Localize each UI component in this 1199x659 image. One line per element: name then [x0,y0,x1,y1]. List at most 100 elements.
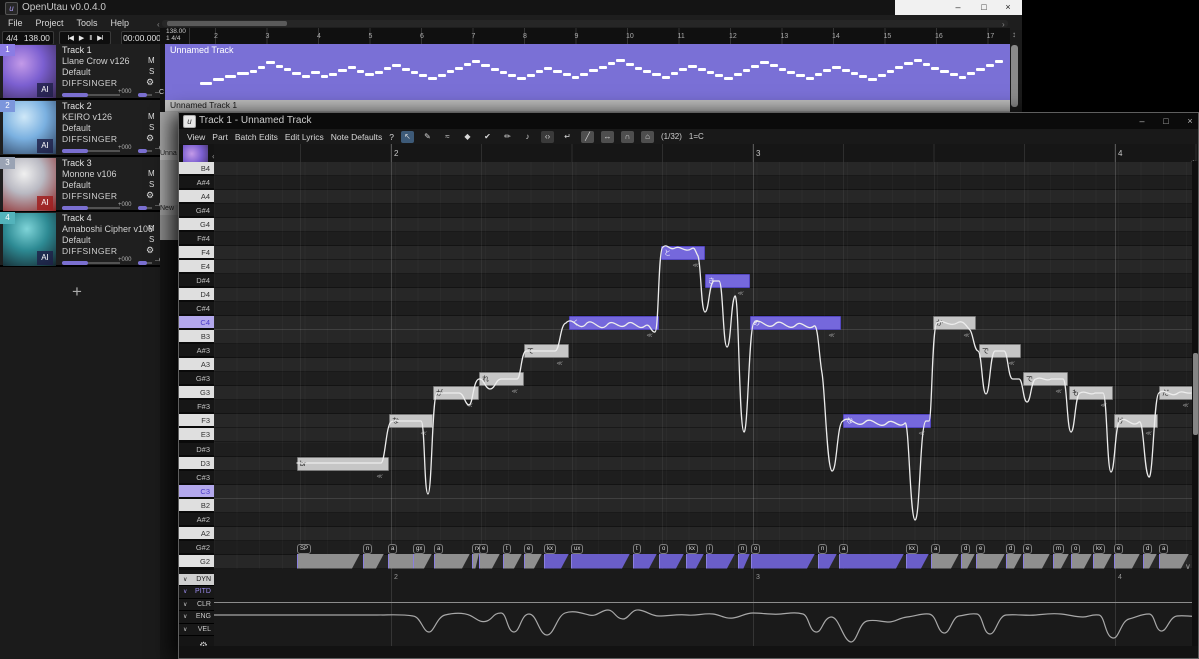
volume-slider[interactable] [62,206,88,210]
track-singer[interactable]: Llane Crow v126 [62,56,130,66]
piano-key-ds4[interactable]: D#4 [179,274,214,287]
expression-row-dyn[interactable]: ∨DYN [179,574,214,586]
piano-key-cs3[interactable]: C#3 [179,471,214,484]
solo-button[interactable]: S [149,235,154,244]
note[interactable]: く [569,316,659,330]
vibrato-mark[interactable]: ≪ [556,360,562,367]
piano-key-e3[interactable]: E3 [179,428,214,441]
piano-key-gs2[interactable]: G#2 [179,541,214,554]
vibrato-mark[interactable]: ≪ [466,402,472,409]
phoneme-label[interactable]: d [1143,544,1152,554]
piano-key-f4[interactable]: F4 [179,246,214,259]
menu-item-?[interactable]: ? [389,132,394,142]
pan-slider[interactable] [138,93,147,97]
phoneme-label[interactable]: i [706,544,713,554]
phoneme-label[interactable]: kx [906,544,918,554]
vibrato-mark[interactable]: ≪ [828,332,834,339]
piano-roll-vscroll-thumb[interactable] [1193,353,1198,435]
track-panel[interactable]: 3AITrack 3Monone v106DefaultDIFFSINGERMS… [0,157,160,212]
mute-button[interactable]: M [148,112,155,121]
phoneme-label[interactable]: n [818,544,827,554]
piano-key-as2[interactable]: A#2 [179,513,214,526]
piano-roll-titlebar[interactable]: u Track 1 - Unnamed Track – □ × [179,113,1199,129]
piano-key-fs4[interactable]: F#4 [179,232,214,245]
note[interactable]: で [979,344,1021,358]
solo-button[interactable]: S [149,123,154,132]
track-vscroll-thumb[interactable] [1011,45,1018,107]
main-titlebar[interactable]: u OpenUtau v0.0.4.0 – □ × [0,0,1022,15]
menu-item-project[interactable]: Project [36,18,64,28]
menu-item-tools[interactable]: Tools [77,18,98,28]
transpose-icon[interactable]: ↔ [601,131,614,143]
phoneme-label[interactable]: kx [544,544,556,554]
chevron-down-icon[interactable]: ∨ [183,574,187,586]
part-unnamed-track[interactable]: Unnamed Track [165,44,1010,100]
chevron-down-icon[interactable]: ∨ [183,624,187,636]
note[interactable]: だ [1159,386,1195,400]
timeline-hscroll-thumb[interactable] [167,21,287,26]
track-vscroll-icon[interactable]: ↕ [1012,30,1016,39]
vibrato-mark[interactable]: ≪ [511,388,517,395]
piano-key-d4[interactable]: D4 [179,288,214,301]
vibrato-mark[interactable]: ≪ [420,430,426,437]
expression-row-clr[interactable]: ∨CLR [179,599,214,611]
vibrato-mark[interactable]: ≪ [1008,360,1014,367]
track-singer[interactable]: Monone v106 [62,169,117,179]
vibrato-mark[interactable]: ≪ [963,332,969,339]
maximize-icon[interactable]: □ [1155,114,1177,128]
menu-item-batch-edits[interactable]: Batch Edits [235,132,278,142]
piano-key-as3[interactable]: A#3 [179,344,214,357]
menu-item-file[interactable]: File [8,18,23,28]
phoneme-label[interactable]: e [1023,544,1032,554]
phoneme-label[interactable]: o [1071,544,1080,554]
pan-slider[interactable] [138,261,147,265]
track-preset[interactable]: Default [62,67,91,77]
gear-icon[interactable]: ⚙ [146,77,154,88]
phoneme-label[interactable]: a [434,544,443,554]
timeline-ruler[interactable]: 138.00 1 4/4 234567891011121314151617 [160,28,1010,44]
piano-roll-vscrollbar[interactable] [1192,161,1199,646]
slash-tool-icon[interactable]: ╱ [581,131,594,143]
volume-slider[interactable] [62,149,88,153]
note[interactable]: と [661,246,705,260]
track-singer[interactable]: Amaboshi Cipher v106 [62,224,153,234]
menu-item-view[interactable]: View [187,132,205,142]
volume-slider[interactable] [62,93,88,97]
play-end-icon[interactable]: ▶I [97,34,102,42]
vibrato-mark[interactable]: ≪ [376,473,382,480]
piano-key-ds3[interactable]: D#3 [179,443,214,456]
piano-key-a2[interactable]: A2 [179,527,214,540]
phoneme-label[interactable]: e [1114,544,1123,554]
phoneme-label[interactable]: a [388,544,397,554]
chevron-down-icon[interactable]: ∨ [183,611,187,623]
menu-item-note-defaults[interactable]: Note Defaults [331,132,383,142]
phoneme-label[interactable]: o [751,544,760,554]
mute-button[interactable]: M [148,169,155,178]
expression-row-pitd[interactable]: ∨PITD [179,586,214,598]
menu-item-help[interactable]: Help [111,18,130,28]
phoneme-bar[interactable] [839,554,904,569]
phoneme-label[interactable]: d [1006,544,1015,554]
phoneme-label[interactable]: d [961,544,970,554]
phoneme-label[interactable]: a [931,544,940,554]
piano-key-gs3[interactable]: G#3 [179,372,214,385]
phoneme-label[interactable]: ux [571,544,583,554]
phoneme-label[interactable]: n [738,544,747,554]
volume-slider[interactable] [62,261,88,265]
show-pitch-icon[interactable]: ♪ [521,131,534,143]
pencil-tool-icon[interactable]: ✎ [421,131,434,143]
note[interactable]: で [1023,372,1068,386]
note[interactable]: れ [479,372,524,386]
track-panel[interactable]: 1AITrack 1Llane Crow v126DefaultDIFFSING… [0,44,160,100]
pan-slider[interactable] [138,149,147,153]
vibrato-mark[interactable]: ≪ [1182,402,1188,409]
add-track-button[interactable]: + [72,282,82,302]
track-preset[interactable]: Default [62,180,91,190]
piano-key-fs3[interactable]: F#3 [179,400,214,413]
phoneme-bar[interactable] [297,554,360,569]
piano-key-a4[interactable]: A4 [179,190,214,203]
piano-key-g3[interactable]: G3 [179,386,214,399]
piano-key-as4[interactable]: A#4 [179,176,214,189]
note[interactable]: が [433,386,479,400]
menu-item-part[interactable]: Part [212,132,228,142]
